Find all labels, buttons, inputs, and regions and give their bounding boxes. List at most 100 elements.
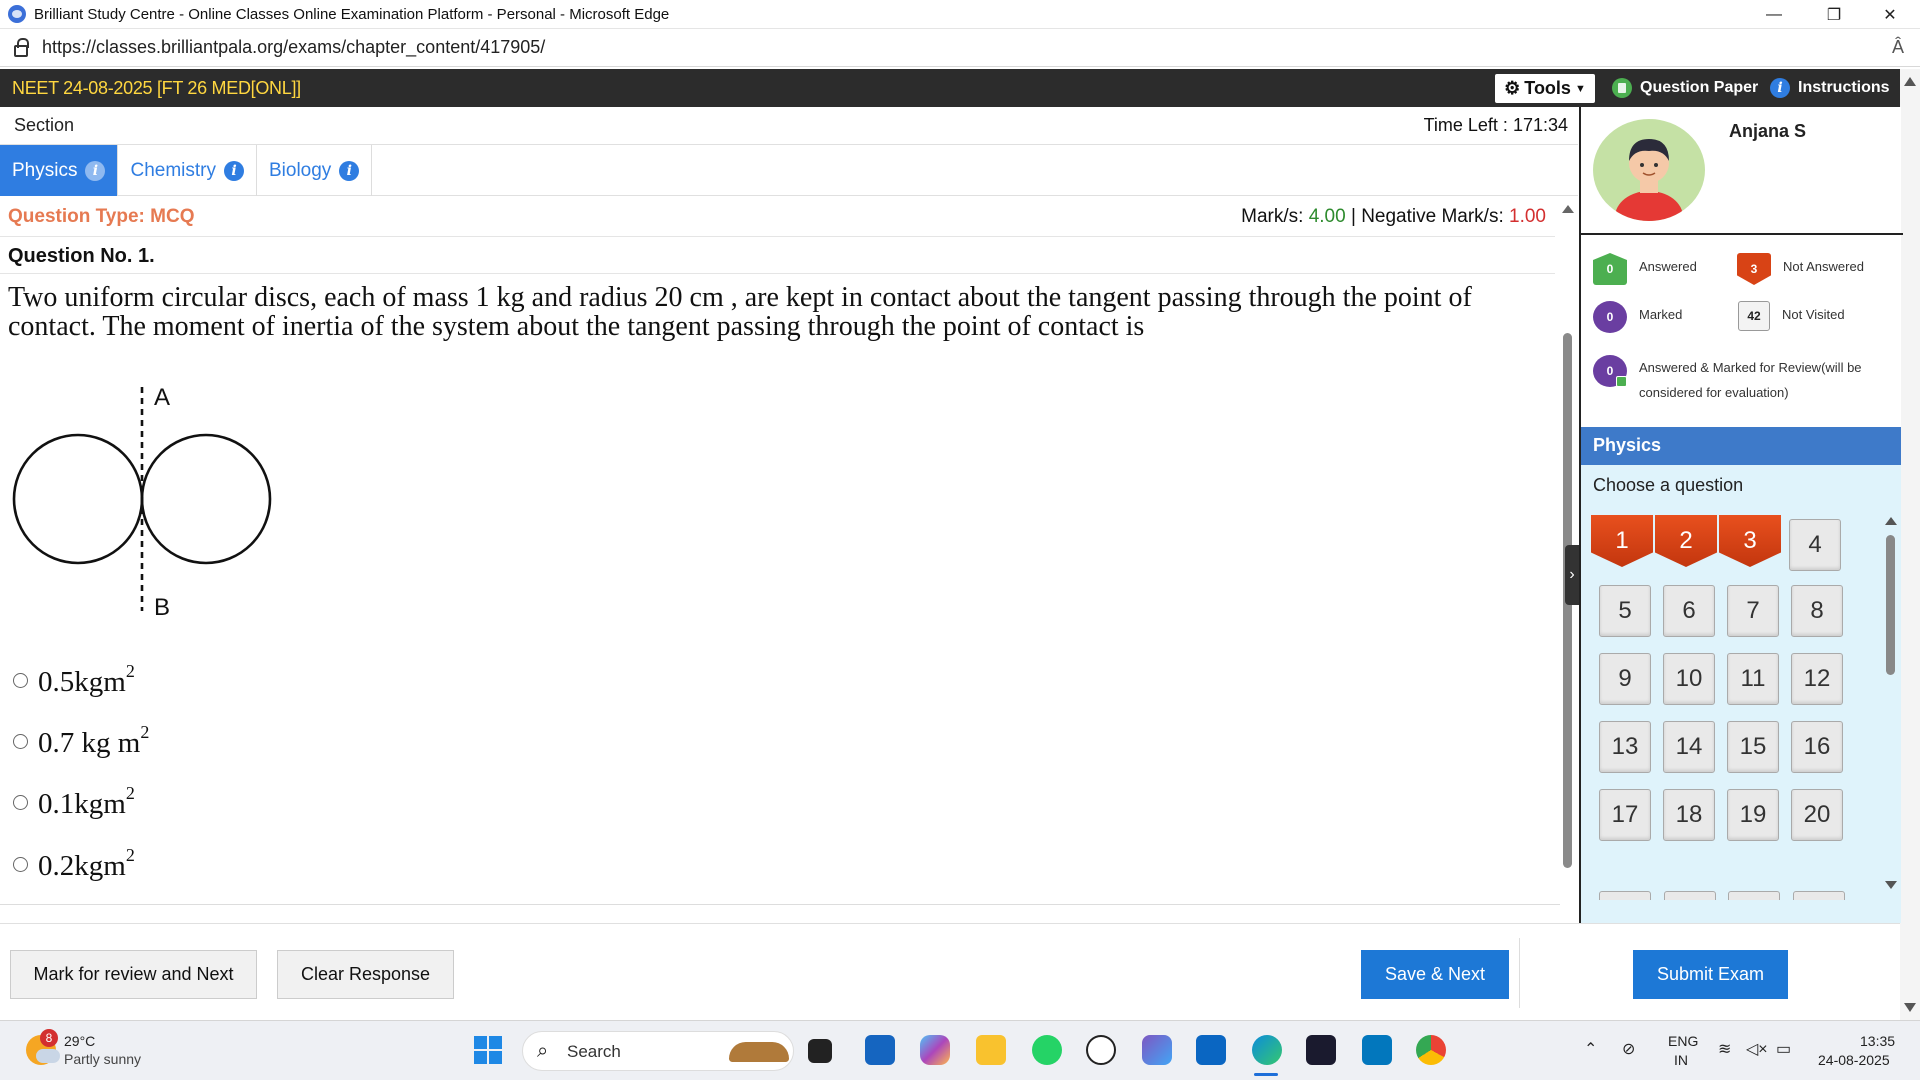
legend-marked: 0 Marked (1593, 301, 1682, 333)
taskbar-search[interactable]: ⌕ Search (522, 1031, 794, 1071)
option-4[interactable]: 0.2kgm2 (13, 845, 135, 883)
mark-review-next-button[interactable]: Mark for review and Next (10, 950, 257, 999)
info-icon[interactable]: i (223, 160, 244, 181)
file-explorer-icon[interactable] (976, 1035, 1006, 1065)
info-icon[interactable]: i (85, 160, 106, 181)
option-radio[interactable] (13, 733, 28, 749)
close-window-button[interactable]: ✕ (1862, 0, 1918, 29)
clock-time[interactable]: 13:35 (1860, 1033, 1895, 1049)
app-blue-icon[interactable] (1362, 1035, 1392, 1065)
outlook-icon[interactable] (1196, 1035, 1226, 1065)
collapse-panel-handle[interactable]: › (1565, 545, 1579, 605)
clear-response-button[interactable]: Clear Response (277, 950, 454, 999)
user-avatar-icon (1615, 139, 1683, 221)
question-button-partial[interactable] (1599, 891, 1651, 900)
question-button-12[interactable]: 12 (1791, 653, 1843, 705)
question-button-1[interactable]: 1 (1591, 515, 1653, 567)
app-icon[interactable] (1142, 1035, 1172, 1065)
language-top[interactable]: ENG (1668, 1033, 1698, 1049)
question-button-9[interactable]: 9 (1599, 653, 1651, 705)
question-number: Question No. 1. (8, 245, 155, 267)
scrollbar-thumb[interactable] (1886, 535, 1895, 675)
scroll-up-arrow-icon[interactable] (1562, 205, 1574, 213)
question-button-partial[interactable] (1664, 891, 1716, 900)
question-button-8[interactable]: 8 (1791, 585, 1843, 637)
question-button-3[interactable]: 3 (1719, 515, 1781, 567)
question-button-6[interactable]: 6 (1663, 585, 1715, 637)
start-button[interactable] (474, 1036, 502, 1064)
tools-dropdown-button[interactable]: ⚙ Tools ▼ (1495, 74, 1595, 103)
option-3[interactable]: 0.1kgm2 (13, 783, 135, 821)
submit-exam-button[interactable]: Submit Exam (1633, 950, 1788, 999)
volume-muted-icon[interactable]: ◁× (1746, 1039, 1768, 1059)
tab-biology[interactable]: Biology i (257, 145, 373, 196)
webex-icon[interactable] (1306, 1035, 1336, 1065)
question-button-14[interactable]: 14 (1663, 721, 1715, 773)
copilot-icon[interactable] (920, 1035, 950, 1065)
question-paper-link[interactable]: Question Paper (1612, 69, 1758, 107)
answered-badge: 0 (1593, 253, 1627, 285)
question-area-bottom-border (0, 904, 1560, 905)
question-button-13[interactable]: 13 (1599, 721, 1651, 773)
question-button-5[interactable]: 5 (1599, 585, 1651, 637)
option-2[interactable]: 0.7 kg m2 (13, 722, 149, 760)
chrome-icon[interactable] (1416, 1035, 1446, 1065)
option-label: 0.2kgm2 (38, 845, 135, 883)
language-bottom[interactable]: IN (1674, 1052, 1688, 1068)
option-radio[interactable] (13, 672, 28, 688)
question-button-2[interactable]: 2 (1655, 515, 1717, 567)
section-row: Section Time Left : 171:34 (0, 107, 1578, 145)
weather-widget[interactable]: 8 29°C Partly sunny (26, 1029, 156, 1071)
question-button-partial[interactable] (1793, 891, 1845, 900)
wifi-icon[interactable]: ≋ (1718, 1039, 1731, 1059)
question-button-15[interactable]: 15 (1727, 721, 1779, 773)
scroll-up-arrow-icon[interactable] (1904, 77, 1916, 86)
scroll-up-arrow-icon[interactable] (1885, 517, 1897, 525)
question-button-11[interactable]: 11 (1727, 653, 1779, 705)
store-icon[interactable] (865, 1035, 895, 1065)
clock-date[interactable]: 24-08-2025 (1818, 1052, 1890, 1068)
question-button-17[interactable]: 17 (1599, 789, 1651, 841)
restore-button[interactable]: ❐ (1806, 0, 1862, 29)
lock-icon[interactable] (14, 37, 29, 57)
option-radio[interactable] (13, 856, 28, 872)
question-type-row: Question Type: MCQ Mark/s: 4.00 | Negati… (0, 197, 1555, 237)
tab-label: Biology (268, 159, 332, 181)
save-next-button[interactable]: Save & Next (1361, 950, 1509, 999)
question-button-20[interactable]: 20 (1791, 789, 1843, 841)
question-button-10[interactable]: 10 (1663, 653, 1715, 705)
palette-scrollbar[interactable] (1884, 515, 1898, 895)
option-1[interactable]: 0.5kgm2 (13, 661, 135, 699)
tab-chemistry[interactable]: Chemistry i (118, 145, 257, 196)
info-icon[interactable]: i (339, 160, 360, 181)
option-superscript: 2 (125, 661, 135, 681)
option-radio[interactable] (13, 794, 28, 810)
option-label: 0.7 kg m2 (38, 722, 149, 760)
scroll-down-arrow-icon[interactable] (1904, 1003, 1916, 1012)
edge-icon[interactable] (1252, 1035, 1282, 1065)
question-button-19[interactable]: 19 (1727, 789, 1779, 841)
task-view-icon[interactable] (808, 1039, 832, 1063)
question-text: Two uniform circular discs, each of mass… (8, 282, 1472, 342)
dell-icon[interactable] (1086, 1035, 1116, 1065)
whatsapp-icon[interactable] (1032, 1035, 1062, 1065)
read-aloud-icon[interactable]: Â (1892, 37, 1904, 58)
scroll-down-arrow-icon[interactable] (1885, 881, 1897, 889)
page-scrollbar[interactable] (1900, 69, 1920, 1020)
question-button-7[interactable]: 7 (1727, 585, 1779, 637)
question-button-18[interactable]: 18 (1663, 789, 1715, 841)
legend-label: Marked (1639, 307, 1683, 322)
minimize-button[interactable]: — (1746, 0, 1802, 29)
instructions-link[interactable]: i Instructions (1770, 69, 1890, 107)
show-hidden-icons-icon[interactable]: ⌃ (1584, 1039, 1597, 1059)
network-off-icon[interactable]: ⊘ (1622, 1039, 1635, 1059)
question-button-4[interactable]: 4 (1789, 519, 1841, 571)
tab-physics[interactable]: Physics i (0, 145, 119, 196)
active-app-indicator (1254, 1073, 1278, 1076)
search-highlight-icon (729, 1042, 789, 1062)
url-field[interactable]: https://classes.brilliantpala.org/exams/… (42, 37, 545, 58)
battery-icon[interactable]: ▭ (1776, 1039, 1791, 1059)
legend-label: Not Visited (1782, 307, 1845, 322)
question-button-16[interactable]: 16 (1791, 721, 1843, 773)
question-button-partial[interactable] (1728, 891, 1780, 900)
